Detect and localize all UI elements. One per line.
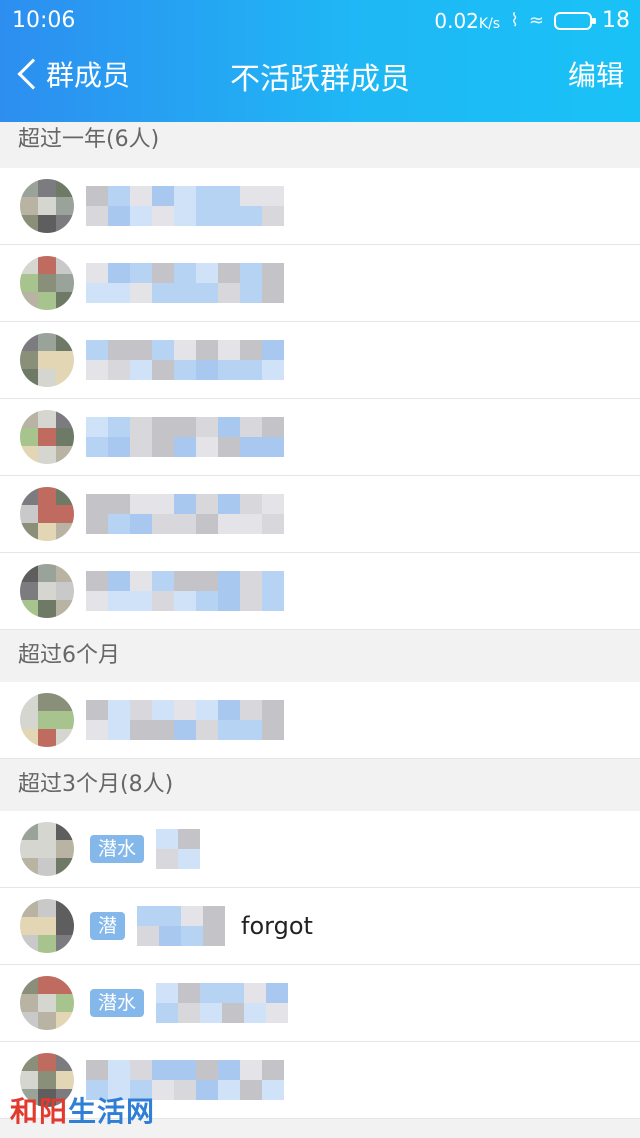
lurker-badge: 潜 bbox=[90, 912, 126, 940]
avatar bbox=[20, 179, 74, 233]
watermark-logo: 和阳生活网 bbox=[10, 1095, 156, 1128]
avatar bbox=[20, 564, 74, 618]
status-time: 10:06 bbox=[12, 8, 76, 33]
blurred-name bbox=[156, 829, 216, 869]
blurred-name bbox=[86, 494, 286, 534]
avatar bbox=[20, 410, 74, 464]
member-name: forgot bbox=[241, 912, 313, 940]
blurred-name bbox=[86, 186, 286, 226]
member-row[interactable] bbox=[0, 553, 640, 630]
network-speed: 0.02K/s bbox=[434, 8, 501, 33]
section-header-six-months: 超过6个月 bbox=[0, 630, 640, 682]
member-row[interactable] bbox=[0, 168, 640, 245]
wifi-icon: ≈ bbox=[528, 10, 544, 31]
back-label: 群成员 bbox=[46, 59, 131, 92]
signal-icon: ⌇ bbox=[510, 10, 519, 31]
member-row[interactable] bbox=[0, 399, 640, 476]
avatar bbox=[20, 333, 74, 387]
blurred-name bbox=[86, 263, 286, 303]
avatar bbox=[20, 899, 74, 953]
avatar bbox=[20, 256, 74, 310]
member-row[interactable] bbox=[0, 322, 640, 399]
member-list: 超过一年(6人) 超过6个月 超过3个月(8人) 潜水 潜 forgot 潜水 bbox=[0, 122, 640, 1138]
edit-button[interactable]: 编辑 bbox=[568, 54, 624, 94]
nav-bar: 群成员 不活跃群成员 编辑 bbox=[0, 48, 640, 112]
member-row[interactable]: 潜水 bbox=[0, 965, 640, 1042]
blurred-name bbox=[156, 983, 306, 1023]
avatar bbox=[20, 976, 74, 1030]
blurred-name bbox=[137, 906, 227, 946]
section-header-one-year: 超过一年(6人) bbox=[0, 122, 640, 168]
member-row[interactable]: 潜 forgot bbox=[0, 888, 640, 965]
blurred-name bbox=[86, 571, 286, 611]
chevron-left-icon bbox=[17, 58, 49, 90]
section-header-three-months: 超过3个月(8人) bbox=[0, 759, 640, 811]
blurred-name bbox=[86, 340, 286, 380]
battery-icon bbox=[554, 11, 596, 30]
status-right: 0.02K/s ⌇ ≈ 18 bbox=[434, 8, 630, 33]
avatar bbox=[20, 487, 74, 541]
app-header: 10:06 0.02K/s ⌇ ≈ 18 群成员 不活跃群成员 编辑 bbox=[0, 0, 640, 122]
member-row[interactable] bbox=[0, 682, 640, 759]
member-row[interactable] bbox=[0, 245, 640, 322]
lurker-badge: 潜水 bbox=[90, 835, 145, 863]
avatar bbox=[20, 822, 74, 876]
avatar bbox=[20, 693, 74, 747]
member-row[interactable]: 潜水 bbox=[0, 811, 640, 888]
battery-level: 18 bbox=[602, 8, 630, 33]
member-row[interactable] bbox=[0, 476, 640, 553]
status-bar: 10:06 0.02K/s ⌇ ≈ 18 bbox=[0, 0, 640, 40]
blurred-name bbox=[86, 417, 286, 457]
blurred-name bbox=[86, 700, 286, 740]
back-button[interactable]: 群成员 bbox=[14, 54, 130, 94]
lurker-badge: 潜水 bbox=[90, 989, 145, 1017]
